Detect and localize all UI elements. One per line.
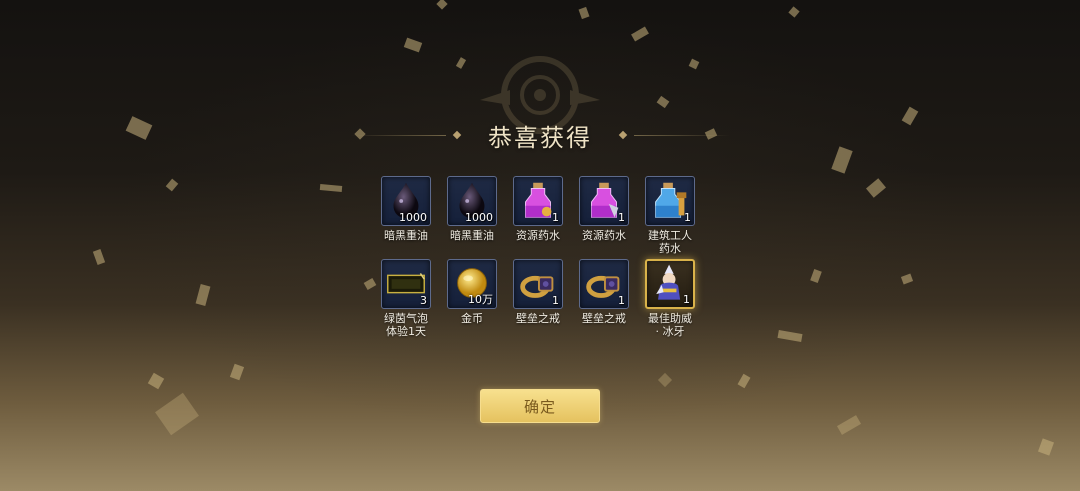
reward-slot[interactable]: 1 xyxy=(579,259,629,309)
reward-slot[interactable]: 10万 xyxy=(447,259,497,309)
reward-item[interactable]: 1 资源药水 xyxy=(576,176,632,255)
reward-quantity: 1 xyxy=(683,293,690,306)
reward-item[interactable]: 1 最佳助威 · 冰牙 xyxy=(642,259,698,338)
reward-quantity: 1 xyxy=(552,294,559,307)
reward-quantity: 1 xyxy=(552,211,559,224)
reward-name: 资源药水 xyxy=(516,229,560,242)
reward-quantity: 1000 xyxy=(465,211,493,224)
title-divider-right xyxy=(634,134,730,136)
reward-slot[interactable]: 1 xyxy=(579,176,629,226)
diamond-ornament-icon xyxy=(618,130,628,140)
reward-quantity: 1 xyxy=(684,211,691,224)
confirm-button[interactable]: 确定 xyxy=(480,389,600,423)
reward-quantity: 10万 xyxy=(468,293,493,306)
reward-item[interactable]: 1000 暗黑重油 xyxy=(378,176,434,255)
reward-item[interactable]: 10万 金币 xyxy=(444,259,500,338)
reward-slot[interactable]: 1 xyxy=(513,259,563,309)
diamond-ornament-icon xyxy=(452,130,462,140)
title-divider-left xyxy=(350,134,446,136)
reward-slot[interactable]: 3 xyxy=(381,259,431,309)
reward-item[interactable]: 1 壁垒之戒 xyxy=(576,259,632,338)
reward-item[interactable]: 1000 暗黑重油 xyxy=(444,176,500,255)
reward-quantity: 3 xyxy=(420,294,427,307)
reward-quantity: 1000 xyxy=(399,211,427,224)
reward-quantity: 1 xyxy=(618,211,625,224)
reward-slot-highlighted[interactable]: 1 xyxy=(645,259,695,309)
reward-item[interactable]: 1 资源药水 xyxy=(510,176,566,255)
reward-grid: 1000 暗黑重油 1000 暗黑重油 1 资源药水 1 资源药水 1 建筑工人… xyxy=(378,176,708,338)
reward-name: 壁垒之戒 xyxy=(516,312,560,325)
reward-slot[interactable]: 1 xyxy=(513,176,563,226)
reward-name: 建筑工人 药水 xyxy=(648,229,692,255)
reward-name: 暗黑重油 xyxy=(384,229,428,242)
reward-name: 资源药水 xyxy=(582,229,626,242)
reward-item[interactable]: 1 建筑工人 药水 xyxy=(642,176,698,255)
reward-slot[interactable]: 1000 xyxy=(447,176,497,226)
reward-name: 最佳助威 · 冰牙 xyxy=(648,312,692,338)
reward-name: 金币 xyxy=(461,312,483,325)
reward-item[interactable]: 3 绿茵气泡 体验1天 xyxy=(378,259,434,338)
reward-item[interactable]: 1 壁垒之戒 xyxy=(510,259,566,338)
reward-name: 绿茵气泡 体验1天 xyxy=(384,312,428,338)
reward-name: 暗黑重油 xyxy=(450,229,494,242)
reward-name: 壁垒之戒 xyxy=(582,312,626,325)
dialog-title: 恭喜获得 xyxy=(488,123,592,152)
reward-slot[interactable]: 1000 xyxy=(381,176,431,226)
reward-quantity: 1 xyxy=(618,294,625,307)
dialog-title-row: 恭喜获得 xyxy=(350,113,730,157)
reward-slot[interactable]: 1 xyxy=(645,176,695,226)
